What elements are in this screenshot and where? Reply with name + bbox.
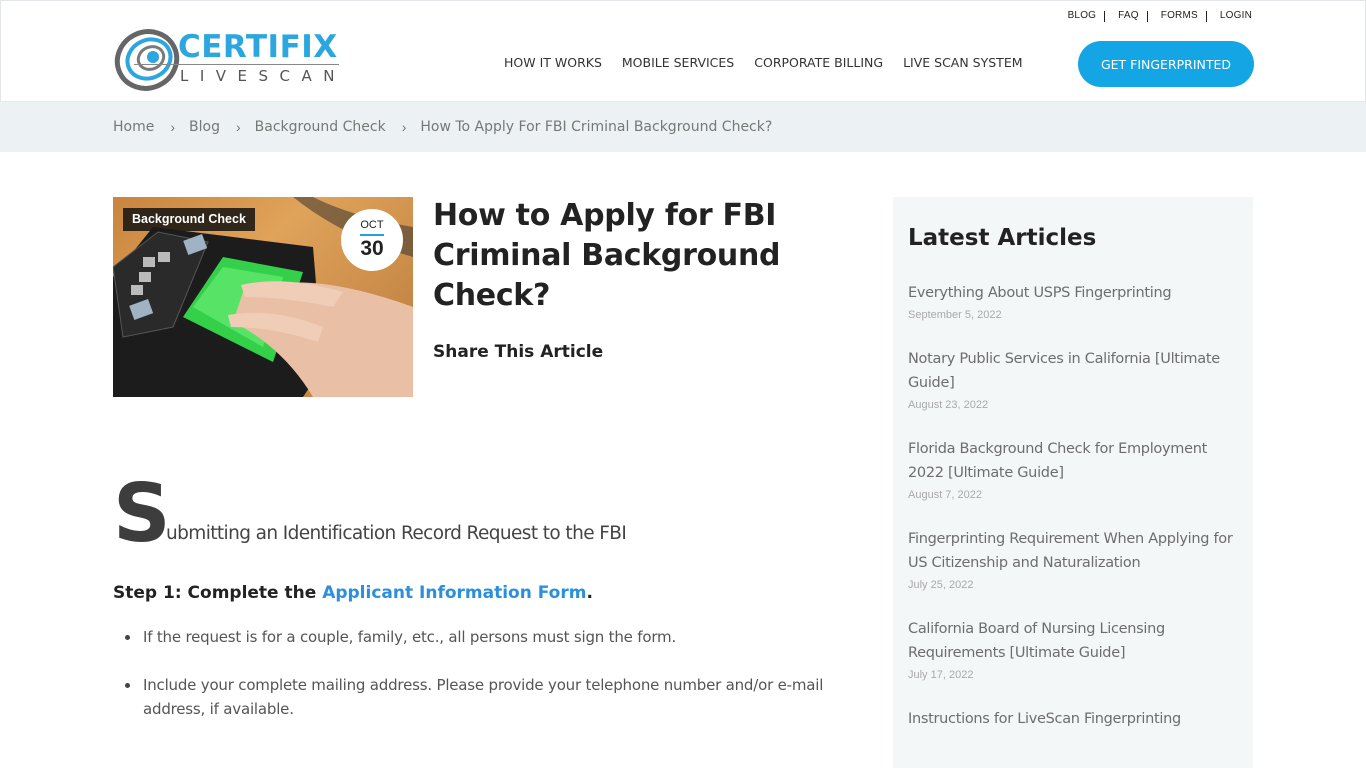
section-heading-text: ubmitting an Identification Record Reque…: [166, 523, 627, 544]
category-tag[interactable]: Background Check: [123, 208, 255, 231]
step-1-list: If the request is for a couple, family, …: [125, 625, 863, 745]
article-date: August 7, 2022: [908, 489, 983, 501]
chevron-right-icon: ›: [170, 119, 176, 135]
article-date: July 17, 2022: [908, 669, 974, 681]
article-link[interactable]: Fingerprinting Requirement When Applying…: [908, 527, 1243, 575]
divider: [1146, 10, 1148, 22]
nav-mobile-services[interactable]: MOBILE SERVICES: [622, 55, 734, 71]
utility-link-login[interactable]: LOGIN: [1220, 10, 1252, 22]
article-link[interactable]: Notary Public Services in California [Ul…: [908, 347, 1243, 395]
divider: [1205, 10, 1207, 22]
article-date: August 23, 2022: [908, 399, 989, 411]
article-link[interactable]: Florida Background Check for Employment …: [908, 437, 1243, 485]
date-day: 30: [360, 237, 384, 260]
section-heading: S ubmitting an Identification Record Req…: [113, 467, 853, 560]
nav-corporate-billing[interactable]: CORPORATE BILLING: [754, 55, 883, 71]
step-1-suffix: .: [586, 583, 593, 603]
divider: [1104, 10, 1106, 22]
breadcrumb-blog[interactable]: Blog: [189, 118, 220, 136]
date-month: OCT: [360, 219, 384, 231]
site-header: CERTIFIX LIVESCAN BLOG FAQ FORMS LOGIN H…: [0, 0, 1366, 102]
article-date: September 5, 2022: [908, 309, 1002, 321]
certifix-logo[interactable]: CERTIFIX LIVESCAN: [114, 27, 344, 93]
logo-wordmark: CERTIFIX: [178, 29, 338, 65]
article-date: July 25, 2022: [908, 579, 974, 591]
chevron-right-icon: ›: [401, 119, 407, 135]
featured-image: Background Check OCT 30: [113, 197, 413, 397]
article-item: California Board of Nursing Licensing Re…: [908, 617, 1243, 682]
article-item: Florida Background Check for Employment …: [908, 437, 1243, 502]
applicant-information-form-link[interactable]: Applicant Information Form: [322, 583, 586, 603]
article-item: Fingerprinting Requirement When Applying…: [908, 527, 1243, 592]
logo-subtitle: LIVESCAN: [180, 67, 346, 85]
date-badge: OCT 30: [341, 209, 403, 271]
nav-how-it-works[interactable]: HOW IT WORKS: [504, 55, 602, 71]
utility-link-blog[interactable]: BLOG: [1068, 10, 1097, 22]
article-link[interactable]: Instructions for LiveScan Fingerprinting: [908, 707, 1243, 731]
list-item: Include your complete mailing address. P…: [125, 673, 863, 721]
breadcrumb-home[interactable]: Home: [113, 118, 154, 136]
date-divider: [360, 234, 384, 236]
step-1-prefix: Step 1: Complete the: [113, 583, 323, 603]
share-heading: Share This Article: [433, 342, 604, 362]
article-list: Everything About USPS Fingerprinting Sep…: [908, 281, 1243, 756]
article-item: Notary Public Services in California [Ul…: [908, 347, 1243, 412]
article-item: Instructions for LiveScan Fingerprinting: [908, 707, 1243, 731]
breadcrumb-background-check[interactable]: Background Check: [255, 118, 386, 136]
dropcap-letter: S: [113, 467, 171, 560]
list-item: If the request is for a couple, family, …: [125, 625, 863, 649]
article-item: Everything About USPS Fingerprinting Sep…: [908, 281, 1243, 322]
nav-live-scan-system[interactable]: LIVE SCAN SYSTEM: [903, 55, 1022, 71]
breadcrumb: Home › Blog › Background Check › How To …: [113, 118, 772, 136]
chevron-right-icon: ›: [235, 119, 241, 135]
latest-articles-sidebar: Latest Articles Everything About USPS Fi…: [893, 197, 1253, 768]
step-1-heading: Step 1: Complete the Applicant Informati…: [113, 581, 593, 605]
sidebar-title: Latest Articles: [908, 225, 1097, 251]
article-link[interactable]: California Board of Nursing Licensing Re…: [908, 617, 1243, 665]
breadcrumb-bar: Home › Blog › Background Check › How To …: [0, 102, 1366, 152]
get-fingerprinted-button[interactable]: GET FINGERPRINTED: [1078, 41, 1254, 87]
utility-nav: BLOG FAQ FORMS LOGIN: [1068, 10, 1252, 22]
article-link[interactable]: Everything About USPS Fingerprinting: [908, 281, 1243, 305]
logo-target-icon: [114, 29, 180, 91]
main-nav: HOW IT WORKS MOBILE SERVICES CORPORATE B…: [504, 55, 1043, 71]
breadcrumb-current: How To Apply For FBI Criminal Background…: [420, 119, 773, 135]
utility-link-forms[interactable]: FORMS: [1161, 10, 1198, 22]
utility-link-faq[interactable]: FAQ: [1118, 10, 1139, 22]
post-title: How to Apply for FBI Criminal Background…: [433, 198, 781, 313]
